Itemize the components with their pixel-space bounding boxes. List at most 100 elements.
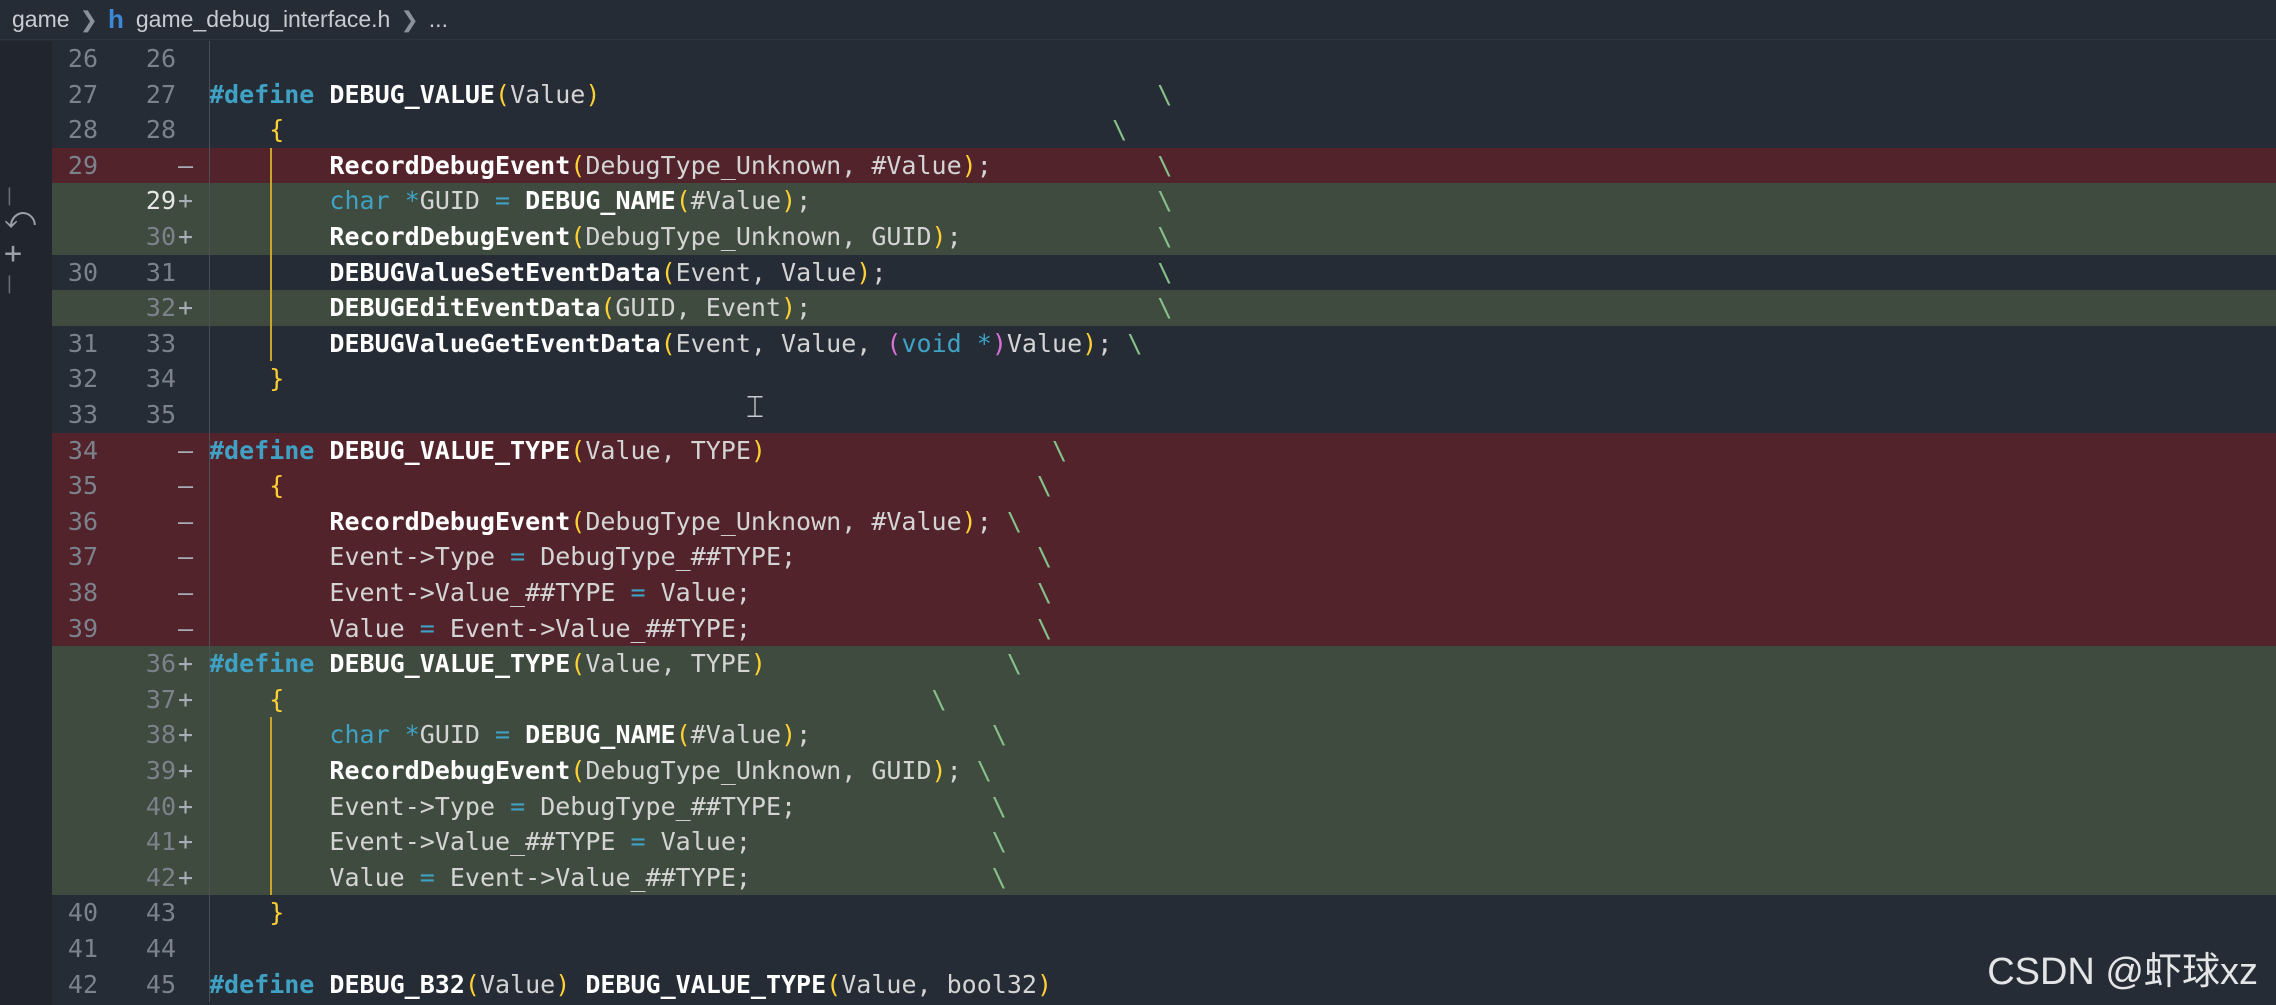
diff-line[interactable]: 32 34 } [52, 361, 2276, 397]
new-line-number: 30 [145, 222, 176, 251]
diff-line[interactable]: 42 45 #define DEBUG_B32(Value) DEBUG_VALUE… [52, 967, 2276, 1003]
diff-line-added[interactable]: 30 + RecordDebugEvent(DebugType_Unknown, … [52, 219, 2276, 255]
old-line-number: 28 [67, 115, 98, 145]
old-line-number: 36 [67, 506, 98, 536]
old-line-number: 41 [67, 934, 98, 963]
diff-line[interactable]: 26 26 [52, 41, 2276, 77]
code-text: DEBUGEditEventData(GUID, Event); \ [329, 293, 1173, 323]
old-line-number: 31 [67, 328, 98, 358]
added-marker-icon: + [178, 222, 194, 251]
new-line-number: 40 [145, 791, 176, 821]
indent-guide [270, 147, 272, 362]
old-line-number: 33 [67, 400, 98, 429]
added-marker-icon: + [178, 293, 194, 323]
stage-add-icon[interactable]: + [4, 239, 22, 269]
old-line-number: 38 [67, 578, 98, 607]
code-text: RecordDebugEvent(DebugType_Unknown, #Val… [329, 150, 1173, 180]
diff-line-added[interactable]: 40 + Event->Type = DebugType_##TYPE; \ [52, 788, 2276, 825]
code-text: #define DEBUG_VALUE_TYPE(Value, TYPE) \ [209, 649, 1022, 679]
diff-line-deleted[interactable]: 38 — Event->Value_##TYPE = Value; \ [52, 575, 2276, 611]
diff-line-added[interactable]: 39 + RecordDebugEvent(DebugType_Unknown, … [52, 753, 2276, 789]
code-text: RecordDebugEvent(DebugType_Unknown, #Val… [329, 506, 1022, 536]
revert-icon[interactable]: ⤺ [4, 204, 36, 234]
indent-guide [270, 717, 272, 896]
diff-line[interactable]: 31 33 DEBUGValueGetEventData(Event, Value… [52, 326, 2276, 362]
diff-editor[interactable]: 26 26 27 27 #define DEBUG_VALUE(Value) \ 28 28… [52, 41, 2276, 1005]
old-line-number: 26 [67, 44, 98, 73]
added-marker-icon: + [178, 862, 194, 892]
old-line-number: 30 [67, 257, 98, 287]
diff-line[interactable]: 27 27 #define DEBUG_VALUE(Value) \ [52, 77, 2276, 113]
diff-line-deleted[interactable]: 36 — RecordDebugEvent(DebugType_Unknown, … [52, 503, 2276, 540]
new-line-number: 35 [145, 400, 176, 429]
divider-icon: | [4, 273, 15, 294]
diff-line-added[interactable]: 42 + Value = Event->Value_##TYPE; \ [52, 859, 2276, 896]
code-text: { \ [269, 684, 947, 714]
old-line-number: 40 [67, 898, 98, 928]
code-text: Event->Value_##TYPE = Value; \ [329, 827, 1007, 857]
diff-line-deleted[interactable]: 35 — { \ [52, 468, 2276, 504]
new-line-number: 45 [145, 969, 176, 999]
code-text: char *GUID = DEBUG_NAME(#Value); \ [329, 720, 1007, 750]
diff-line[interactable]: 40 43 } [52, 895, 2276, 931]
added-marker-icon: + [178, 186, 194, 216]
old-line-number: 37 [67, 542, 98, 572]
deleted-marker-icon: — [178, 150, 194, 180]
new-line-number: 33 [145, 328, 176, 358]
deleted-marker-icon: — [178, 578, 194, 607]
new-line-number: 44 [145, 934, 176, 963]
code-text: { \ [269, 115, 1128, 145]
code-text: } [269, 898, 285, 928]
added-marker-icon: + [178, 756, 194, 785]
header-file-icon: h [107, 4, 124, 34]
deleted-marker-icon: — [178, 471, 194, 501]
code-text: #define DEBUG_B32(Value) DEBUG_VALUE_TYP… [209, 969, 1052, 999]
old-line-number: 35 [67, 471, 98, 501]
diff-line[interactable]: 41 44 [52, 931, 2276, 967]
breadcrumb-folder[interactable]: game [12, 6, 70, 33]
new-line-number: 27 [145, 79, 176, 109]
diff-line-added[interactable]: 37 + { \ [52, 681, 2276, 718]
code-text: { \ [269, 471, 1052, 501]
added-marker-icon: + [178, 827, 194, 857]
code-text: RecordDebugEvent(DebugType_Unknown, GUID… [329, 756, 992, 785]
added-marker-icon: + [178, 649, 194, 679]
chevron-right-icon: ❯ [400, 6, 419, 32]
old-line-number: 32 [67, 364, 98, 394]
new-line-number: 41 [145, 827, 176, 857]
diff-line[interactable]: 28 28 { \ [52, 112, 2276, 148]
deleted-marker-icon: — [178, 542, 194, 572]
new-line-number: 43 [145, 898, 176, 928]
diff-line-added[interactable]: 32 + DEBUGEditEventData(GUID, Event); \ [52, 290, 2276, 326]
code-text: #define DEBUG_VALUE(Value) \ [209, 79, 1173, 109]
code-text: Event->Value_##TYPE = Value; \ [329, 578, 1052, 607]
diff-line-deleted[interactable]: 39 — Value = Event->Value_##TYPE; \ [52, 610, 2276, 647]
breadcrumb-more[interactable]: ... [429, 6, 448, 33]
code-text: DEBUGValueGetEventData(Event, Value, (vo… [329, 328, 1143, 358]
new-line-number: 28 [145, 115, 176, 145]
diff-line-added[interactable]: 29 + char *GUID = DEBUG_NAME(#Value); \ [52, 183, 2276, 219]
old-line-number: 42 [67, 969, 98, 999]
diff-line-added[interactable]: 38 + char *GUID = DEBUG_NAME(#Value); \ [52, 717, 2276, 753]
added-marker-icon: + [178, 791, 194, 821]
diff-line-deleted[interactable]: 34 — #define DEBUG_VALUE_TYPE(Value, TYPE)… [52, 432, 2276, 469]
new-line-number: 29 [145, 186, 176, 216]
diff-line-added[interactable]: 36 + #define DEBUG_VALUE_TYPE(Value, TYPE)… [52, 646, 2276, 682]
new-line-number: 42 [145, 862, 176, 892]
code-margin-line [209, 41, 210, 1003]
code-text: RecordDebugEvent(DebugType_Unknown, GUID… [329, 222, 1173, 251]
diff-line[interactable]: 33 35 [52, 397, 2276, 433]
old-line-number: 27 [67, 79, 98, 109]
new-line-number: 26 [145, 44, 176, 73]
diff-line-added[interactable]: 41 + Event->Value_##TYPE = Value; \ [52, 824, 2276, 860]
breadcrumb-file[interactable]: game_debug_interface.h [136, 6, 390, 33]
code-text: } [269, 364, 285, 394]
diff-line-deleted[interactable]: 37 — Event->Type = DebugType_##TYPE; \ [52, 539, 2276, 575]
new-line-number: 34 [145, 364, 176, 394]
code-text: Value = Event->Value_##TYPE; \ [329, 862, 1007, 892]
watermark: CSDN @虾球xz [1987, 951, 2258, 993]
breadcrumb: game ❯ h game_debug_interface.h ❯ ... [0, 0, 2276, 40]
code-text: DEBUGValueSetEventData(Event, Value); \ [329, 257, 1173, 287]
diff-line[interactable]: 30 31 DEBUGValueSetEventData(Event, Value… [52, 255, 2276, 291]
diff-line-deleted[interactable]: 29 — RecordDebugEvent(DebugType_Unknown, … [52, 147, 2276, 184]
